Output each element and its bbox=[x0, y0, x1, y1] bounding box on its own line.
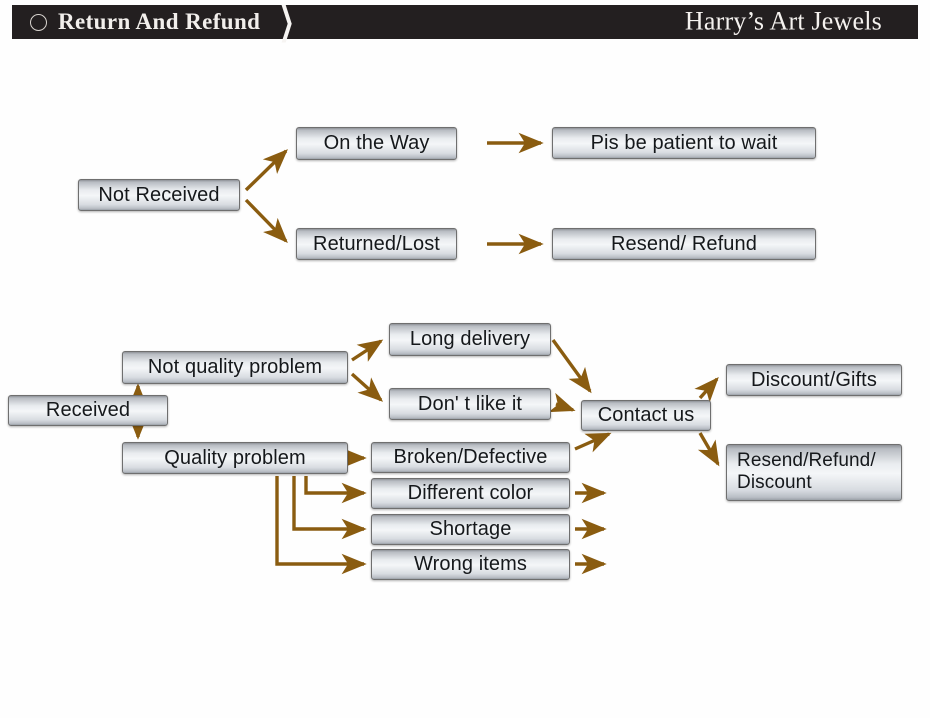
edge-quality-wrong-items bbox=[275, 476, 367, 575]
edge-not-quality-dont-like-it bbox=[350, 372, 384, 402]
node-returned-lost[interactable]: Returned/Lost bbox=[296, 228, 457, 260]
node-resend-refund-discount[interactable]: Resend/Refund/Discount bbox=[726, 444, 902, 501]
node-broken-defective[interactable]: Broken/Defective bbox=[371, 442, 570, 473]
page-header: Return And Refund ❯ Harry’s Art Jewels bbox=[12, 0, 918, 42]
node-dont-like-it[interactable]: Don' t like it bbox=[389, 388, 551, 420]
edge-long-delivery-contact-us bbox=[551, 339, 592, 394]
edge-broken-defective-contact-us bbox=[574, 432, 612, 453]
node-quality-problem[interactable]: Quality problem bbox=[122, 442, 348, 474]
brand-name: Harry’s Art Jewels bbox=[684, 6, 882, 36]
node-different-color[interactable]: Different color bbox=[371, 478, 570, 509]
edge-contact-us-discount-gifts bbox=[694, 376, 719, 403]
node-discount-gifts[interactable]: Discount/Gifts bbox=[726, 364, 902, 396]
node-shortage[interactable]: Shortage bbox=[371, 514, 570, 545]
node-pls-be-patient-to-wait[interactable]: Pis be patient to wait bbox=[552, 127, 816, 159]
node-wrong-items[interactable]: Wrong items bbox=[371, 549, 570, 580]
chevron-right-icon: ❯ bbox=[279, 0, 295, 42]
node-on-the-way[interactable]: On the Way bbox=[296, 127, 457, 160]
page-title: Return And Refund bbox=[58, 9, 261, 34]
node-resend-refund[interactable]: Resend/ Refund bbox=[552, 228, 816, 260]
header-left-group: Return And Refund ❯ bbox=[12, 0, 300, 42]
edge-not-received-returned-lost bbox=[244, 198, 288, 243]
node-not-received[interactable]: Not Received bbox=[78, 179, 240, 211]
node-received[interactable]: Received bbox=[8, 395, 168, 426]
edge-dont-like-it-contact-us bbox=[548, 392, 576, 413]
edge-quality-shortage bbox=[292, 476, 367, 540]
edge-not-quality-long-delivery bbox=[351, 339, 384, 362]
node-contact-us[interactable]: Contact us bbox=[581, 400, 711, 431]
edge-contact-us-resend-refund-discount bbox=[697, 432, 720, 467]
background-watermark bbox=[300, 50, 660, 350]
circle-outline-icon bbox=[30, 13, 47, 31]
edge-not-received-on-the-way bbox=[244, 149, 288, 192]
node-not-quality-problem[interactable]: Not quality problem bbox=[122, 351, 348, 384]
edge-quality-different-color bbox=[304, 476, 367, 504]
node-long-delivery[interactable]: Long delivery bbox=[389, 323, 551, 356]
